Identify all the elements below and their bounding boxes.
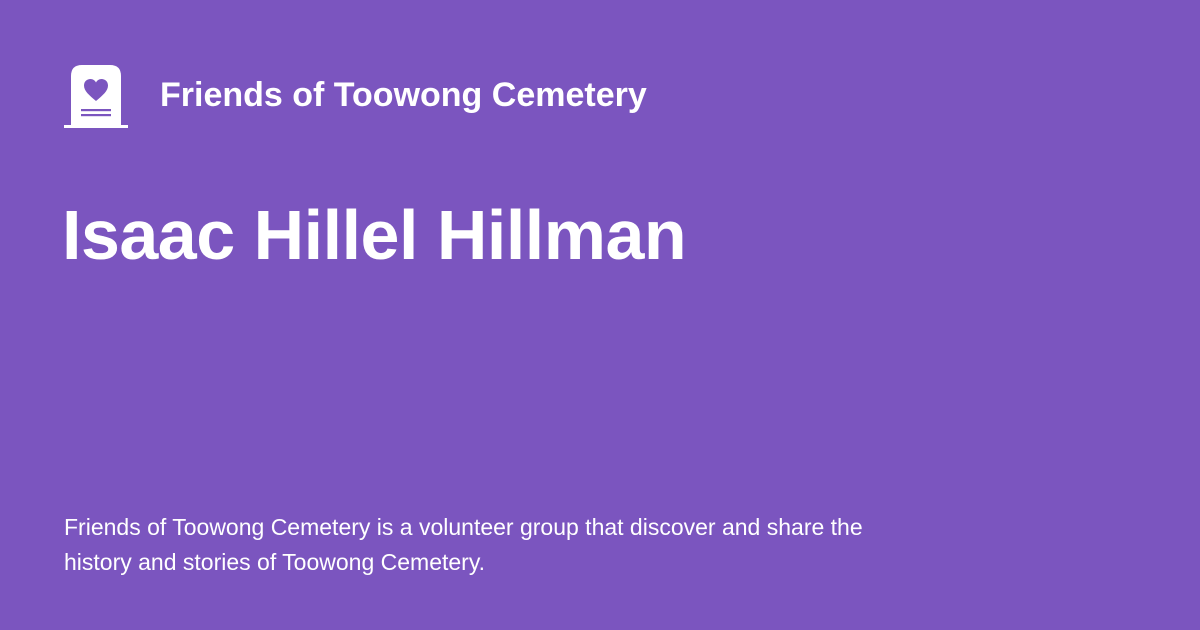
site-description: Friends of Toowong Cemetery is a volunte… [64, 514, 863, 575]
page-title: Isaac Hillel Hillman [62, 196, 687, 274]
headstone-heart-icon [64, 64, 128, 128]
brand-name[interactable]: Friends of Toowong Cemetery [160, 74, 647, 116]
